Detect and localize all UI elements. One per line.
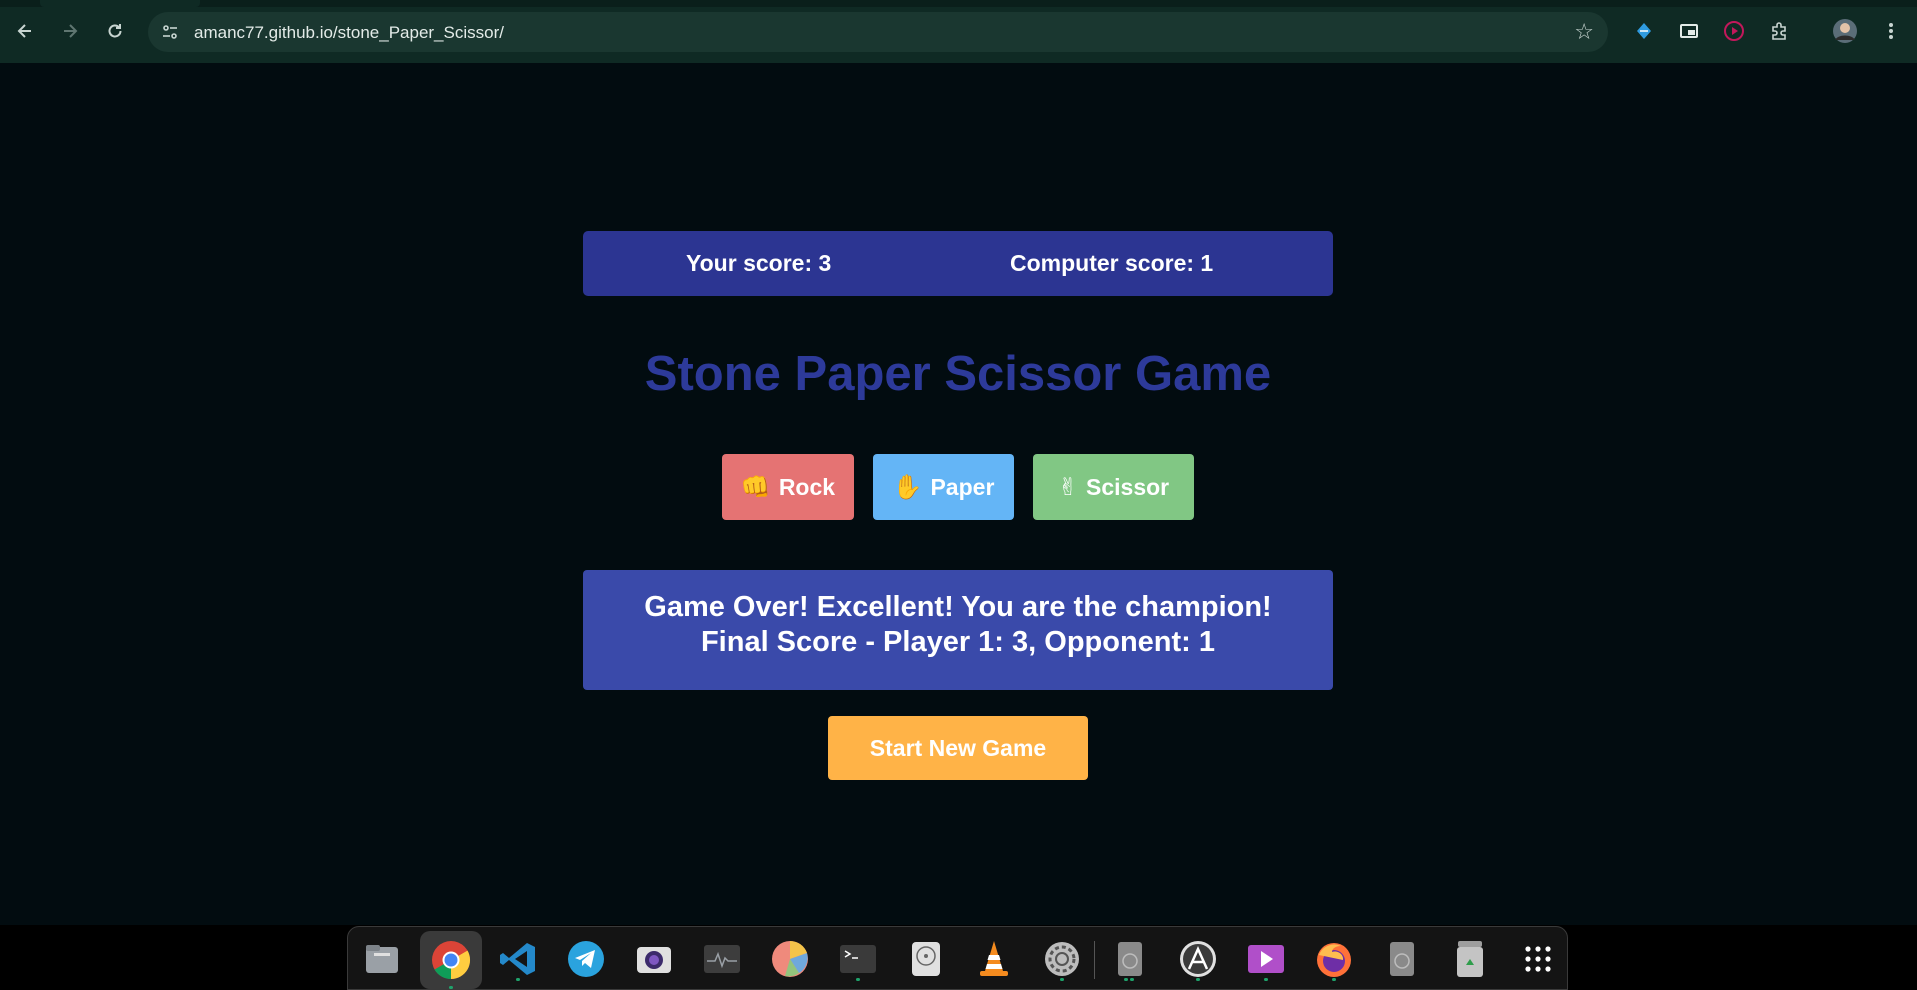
page-title: Stone Paper Scissor Game <box>644 347 1272 401</box>
running-indicator <box>1264 978 1268 981</box>
active-tab[interactable] <box>40 0 200 7</box>
address-bar[interactable]: amanc77.github.io/stone_Paper_Scissor/ ☆ <box>148 12 1608 52</box>
system-monitor-icon[interactable] <box>700 937 744 981</box>
forward-arrow-icon <box>64 24 78 38</box>
running-indicator <box>856 978 860 981</box>
firefox-icon[interactable] <box>1312 937 1356 981</box>
extension-blue-diamond-icon[interactable] <box>1629 16 1659 46</box>
settings-icon[interactable] <box>1040 937 1084 981</box>
result-line-1: Game Over! Excellent! You are the champi… <box>644 591 1272 623</box>
back-arrow-icon <box>17 24 31 38</box>
dock-separator <box>1094 941 1095 979</box>
running-indicator <box>1130 978 1134 981</box>
running-indicator <box>1196 978 1200 981</box>
browser-toolbar: amanc77.github.io/stone_Paper_Scissor/ ☆ <box>0 0 1917 63</box>
result-line-2: Final Score - Player 1: 3, Opponent: 1 <box>700 626 1216 658</box>
disk-usage-icon[interactable] <box>768 937 812 981</box>
vlc-icon[interactable] <box>972 937 1016 981</box>
url-text[interactable]: amanc77.github.io/stone_Paper_Scissor/ <box>194 23 504 43</box>
software-updater-icon[interactable] <box>1176 937 1220 981</box>
camera-icon[interactable] <box>632 937 676 981</box>
reload-icon <box>108 24 122 38</box>
profile-avatar[interactable] <box>1830 16 1860 46</box>
record-extension-icon[interactable] <box>1719 16 1749 46</box>
your-score: Your score: 3 <box>686 250 832 276</box>
start-new-game-button[interactable]: Start New Game <box>828 716 1088 780</box>
files-icon[interactable] <box>360 937 404 981</box>
disk-drive-2-icon[interactable] <box>1380 937 1424 981</box>
running-indicator <box>1332 978 1336 981</box>
scissor-label: Scissor <box>1086 473 1170 500</box>
running-indicator <box>1124 978 1128 981</box>
rock-button[interactable]: 👊 Rock <box>722 454 854 520</box>
browser-menu-icon[interactable] <box>1876 16 1906 46</box>
extensions-puzzle-icon[interactable] <box>1764 16 1794 46</box>
hand-icon: ✋ <box>892 473 923 501</box>
running-indicator <box>516 978 520 981</box>
media-player-icon[interactable] <box>1244 937 1288 981</box>
chrome-icon[interactable] <box>420 931 482 989</box>
reload-button[interactable] <box>100 16 130 46</box>
app-grid-icon[interactable] <box>1516 937 1560 981</box>
paper-label: Paper <box>930 473 995 500</box>
telegram-icon[interactable] <box>564 937 608 981</box>
running-indicator <box>1060 978 1064 981</box>
page-content: Your score: 3 Computer score: 1 Stone Pa… <box>0 63 1917 925</box>
scissor-button[interactable]: ✌ Scissor <box>1033 454 1194 520</box>
vscode-icon[interactable] <box>496 937 540 981</box>
forward-button[interactable] <box>55 16 85 46</box>
running-indicator <box>449 986 453 989</box>
disk-drive-icon[interactable] <box>1108 937 1152 981</box>
dock <box>347 926 1568 990</box>
disk-utility-icon[interactable] <box>904 937 948 981</box>
fist-icon: 👊 <box>740 473 771 501</box>
site-info-icon[interactable] <box>156 18 184 46</box>
terminal-icon[interactable] <box>836 937 880 981</box>
paper-button[interactable]: ✋ Paper <box>873 454 1014 520</box>
trash-icon[interactable] <box>1448 937 1492 981</box>
tab-strip <box>0 0 1917 7</box>
rock-label: Rock <box>778 473 836 500</box>
bookmark-star-icon[interactable]: ☆ <box>1574 19 1594 45</box>
result-message: Game Over! Excellent! You are the champi… <box>583 570 1333 690</box>
score-bar: Your score: 3 Computer score: 1 <box>583 231 1333 296</box>
back-button[interactable] <box>10 16 40 46</box>
computer-score: Computer score: 1 <box>1010 250 1214 276</box>
picture-in-picture-icon[interactable] <box>1674 16 1704 46</box>
victory-hand-icon: ✌ <box>1057 473 1078 501</box>
